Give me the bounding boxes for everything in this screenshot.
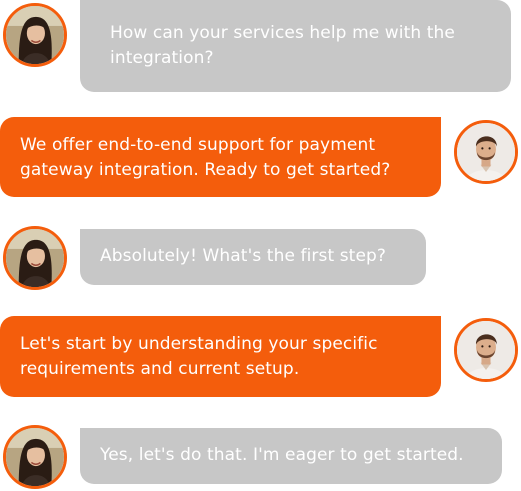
- message-text: Yes, let's do that. I'm eager to get sta…: [100, 445, 464, 465]
- message-text: We offer end-to-end support for payment …: [20, 135, 391, 180]
- agent-message-bubble: Let's start by understanding your specif…: [0, 316, 441, 397]
- customer-avatar: [3, 226, 67, 290]
- customer-message-bubble: How can your services help me with the i…: [80, 0, 511, 92]
- agent-message-bubble: We offer end-to-end support for payment …: [0, 117, 441, 197]
- customer-avatar: [3, 425, 67, 489]
- agent-avatar: [454, 120, 518, 184]
- customer-avatar: [3, 3, 67, 67]
- agent-avatar: [454, 318, 518, 382]
- message-text: Let's start by understanding your specif…: [20, 334, 378, 379]
- man-photo-avatar-icon: [457, 123, 515, 181]
- woman-photo-avatar-icon: [6, 229, 64, 287]
- woman-photo-avatar-icon: [6, 428, 64, 486]
- message-text: Absolutely! What's the first step?: [100, 246, 387, 266]
- man-photo-avatar-icon: [457, 321, 515, 379]
- customer-message-bubble: Absolutely! What's the first step?: [80, 229, 426, 285]
- customer-message-bubble: Yes, let's do that. I'm eager to get sta…: [80, 428, 502, 484]
- woman-photo-avatar-icon: [6, 6, 64, 64]
- message-text: How can your services help me with the i…: [110, 23, 455, 68]
